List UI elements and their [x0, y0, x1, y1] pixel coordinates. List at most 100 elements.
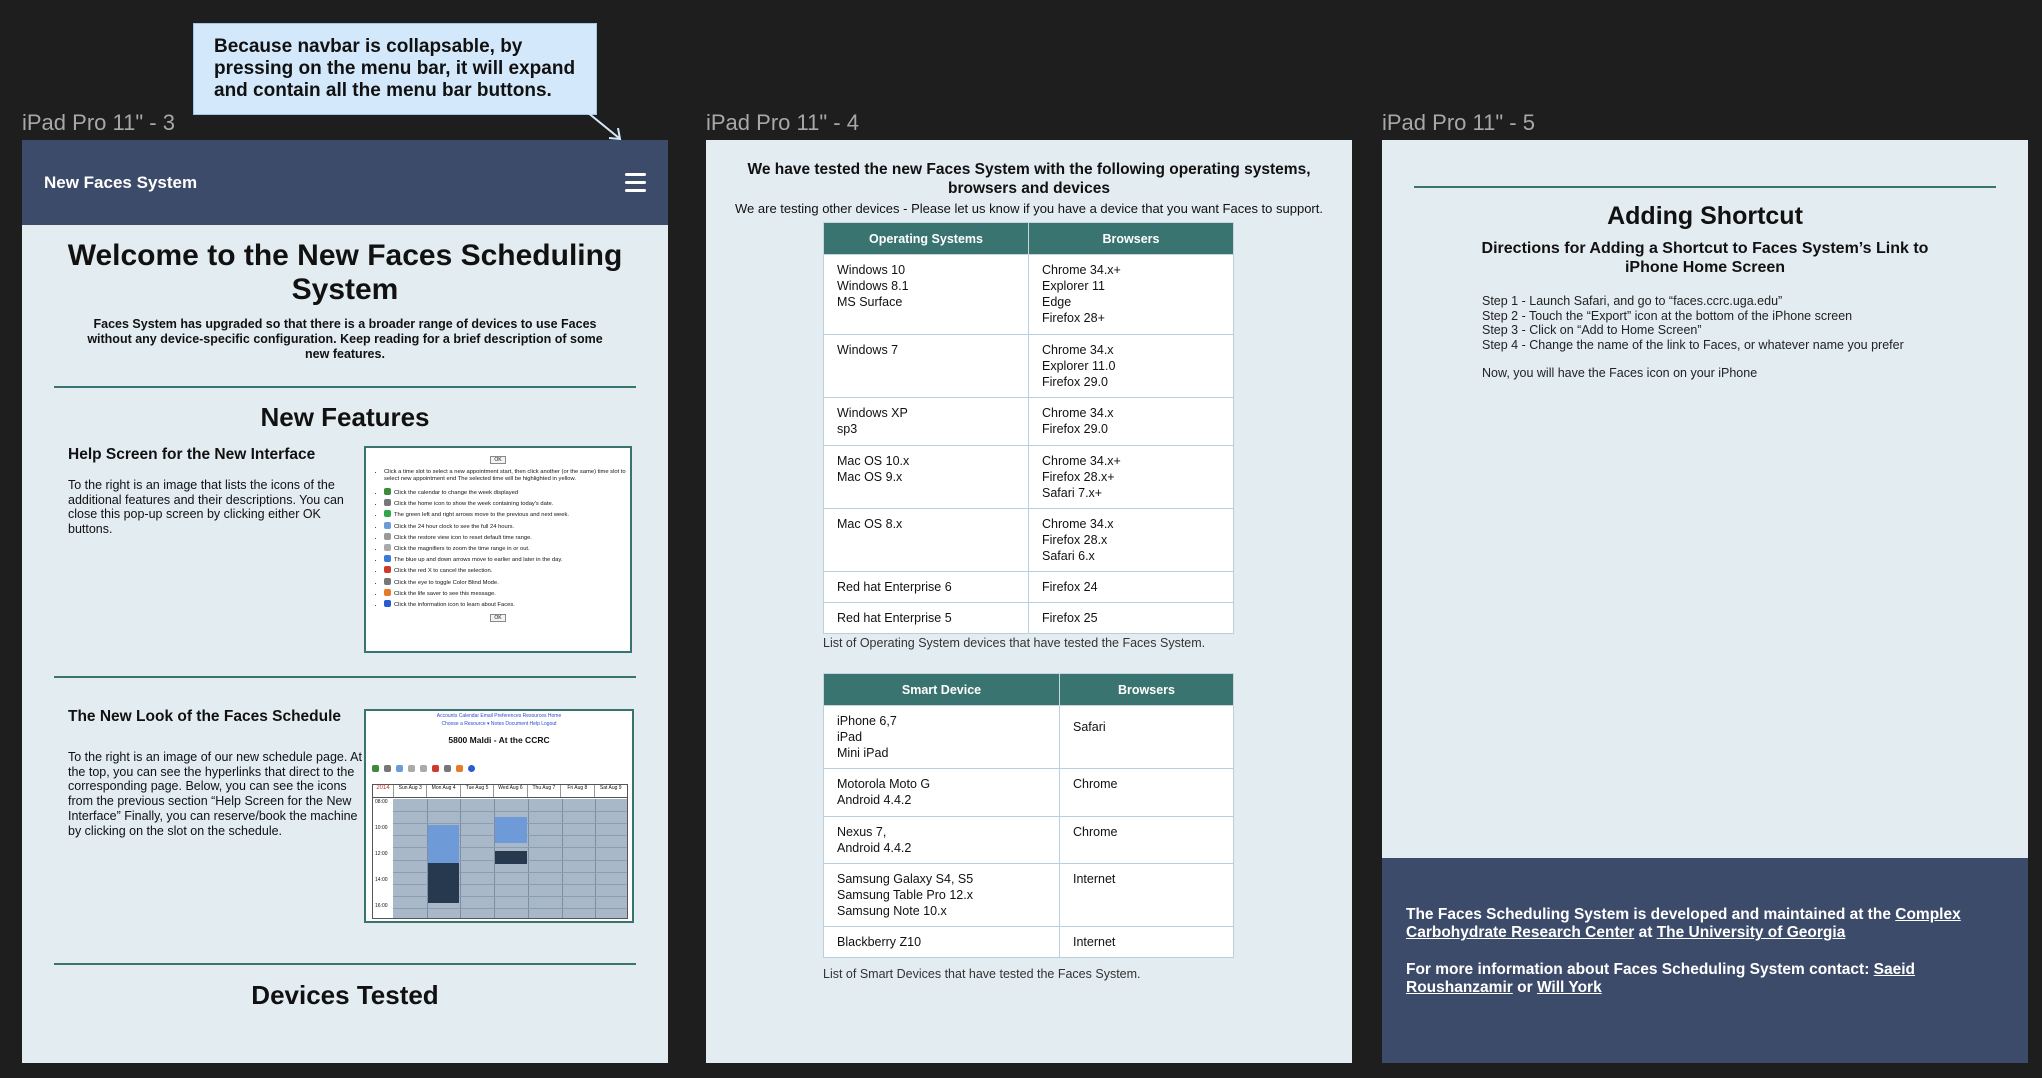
help-item-text: Click the home icon to show the week con… — [394, 501, 554, 508]
schedule-times: 08:00 10:00 12:00 14:00 16:00 — [373, 799, 393, 918]
help-list-item: Click the calendar to change the week di… — [384, 488, 630, 499]
table-header: Operating Systems — [823, 222, 1029, 255]
browsers-cell: Chrome 34.x+ Explorer 11 Edge Firefox 28… — [1028, 254, 1234, 335]
frame-ipad-4: We have tested the new Faces System with… — [706, 140, 1352, 1063]
schedule-day: Sat Aug 9 — [593, 785, 627, 797]
page-title: Welcome to the New Faces Scheduling Syst… — [67, 239, 623, 306]
help-item-text: Click the 24 hour clock to see the full … — [394, 523, 515, 530]
browsers-cell: Chrome — [1059, 768, 1234, 817]
help-list-item: Click the restore view icon to reset def… — [384, 532, 630, 544]
frame-ipad-3: New Faces System Welcome to the New Face… — [22, 140, 668, 1063]
home-icon — [384, 765, 391, 772]
help-item-icon — [384, 499, 391, 507]
navbar-brand[interactable]: New Faces System — [44, 173, 197, 193]
feature-title: The New Look of the Faces Schedule — [68, 708, 342, 725]
hamburger-menu-icon[interactable] — [625, 173, 646, 192]
table-row: Blackberry Z10 Internet — [823, 926, 1234, 958]
table-row: Samsung Galaxy S4, S5 Samsung Table Pro … — [823, 863, 1234, 927]
step-item: Step 4 - Change the name of the link to … — [1482, 337, 1904, 352]
device-cell: iPhone 6,7 iPad Mini iPad — [823, 705, 1060, 769]
help-item-text: Click the information icon to learn abou… — [394, 602, 515, 609]
schedule-links: Accounts Calendar Email Preferences Reso… — [436, 713, 562, 719]
shortcut-steps: Step 1 - Launch Safari, and go to “faces… — [1482, 294, 1904, 381]
help-list-item: Click the information icon to learn abou… — [384, 600, 630, 611]
browsers-cell: Safari — [1059, 705, 1234, 769]
table-row: Motorola Moto G Android 4.4.2 Chrome — [823, 768, 1234, 817]
schedule-booking[interactable] — [427, 825, 460, 863]
magnifier-icon — [408, 765, 415, 772]
feature-text: To the right is an image that lists the … — [68, 478, 344, 537]
devices-subtitle: We are testing other devices - Please le… — [735, 201, 1323, 216]
annotation-text: Because navbar is collapsable, by pressi… — [214, 36, 576, 101]
help-item-text: Click the life saver to see this message… — [394, 590, 496, 597]
help-item-text: Click the calendar to change the week di… — [394, 490, 519, 496]
os-table-caption: List of Operating System devices that ha… — [823, 636, 1206, 650]
os-cell: Red hat Enterprise 5 — [823, 602, 1029, 634]
schedule-body[interactable] — [393, 799, 627, 918]
os-table: Operating Systems Browsers Windows 10 Wi… — [823, 222, 1234, 634]
help-item-icon — [384, 566, 391, 574]
table-row: Windows 7 Chrome 34.x Explorer 11.0 Firef… — [823, 334, 1234, 398]
device-cell: Samsung Galaxy S4, S5 Samsung Table Pro … — [823, 863, 1060, 927]
shortcut-title: Adding Shortcut — [1607, 202, 1803, 230]
grid-line — [393, 907, 627, 909]
lifesaver-icon — [456, 765, 463, 772]
new-features-title: New Features — [260, 402, 430, 432]
uga-link[interactable]: The University of Georgia — [1657, 924, 1846, 941]
calendar-icon — [372, 765, 379, 772]
help-item-icon — [384, 600, 391, 608]
divider — [54, 963, 636, 965]
schedule-time: 08:00 — [375, 799, 388, 805]
ok-button: OK — [490, 614, 506, 623]
grid-line — [595, 799, 597, 918]
schedule-booking[interactable] — [495, 851, 527, 864]
help-item-text: Click the red X to cancel the selection. — [394, 568, 493, 575]
browsers-cell: Chrome 34.x Explorer 11.0 Firefox 29.0 — [1028, 334, 1234, 398]
schedule-day: Tue Aug 5 — [459, 785, 493, 797]
help-item-text: The blue up and down arrows move to earl… — [394, 557, 563, 564]
schedule-day: Fri Aug 8 — [560, 785, 593, 797]
schedule-booking[interactable] — [495, 817, 527, 843]
help-item-icon — [384, 544, 391, 552]
schedule-sublinks: Choose a Resource ▾ Notes Document Help … — [441, 721, 557, 727]
help-list-item: Click the home icon to show the week con… — [384, 499, 630, 510]
help-item-icon — [384, 532, 391, 540]
device-cell: Motorola Moto G Android 4.4.2 — [823, 768, 1060, 817]
schedule-time: 12:00 — [375, 851, 388, 857]
footer-line-2: For more information about Faces Schedul… — [1406, 961, 2004, 997]
os-cell: Windows XP sp3 — [823, 397, 1029, 446]
footer-text: or — [1512, 979, 1537, 996]
os-cell: Red hat Enterprise 6 — [823, 571, 1029, 603]
divider — [54, 676, 636, 678]
device-cell: Nexus 7, Android 4.4.2 — [823, 816, 1060, 864]
help-item-text: Click the eye to toggle Color Blind Mode… — [394, 579, 499, 586]
help-screen-image: OK Click a time slot to select a new app… — [364, 446, 632, 653]
annotation-callout: Because navbar is collapsable, by pressi… — [193, 23, 597, 115]
help-item-text: Click a time slot to select a new appoin… — [384, 469, 626, 482]
help-item-icon — [384, 588, 391, 596]
shortcut-subtitle: Directions for Adding a Shortcut to Face… — [1481, 240, 1929, 276]
clock-icon — [396, 765, 403, 772]
devices-title: We have tested the new Faces System with… — [747, 161, 1311, 197]
table-row: Red hat Enterprise 5 Firefox 25 — [823, 602, 1234, 634]
schedule-grid[interactable]: 2014 Sun Aug 3 Mon Aug 4 Tue Aug 5 Wed Aug … — [372, 784, 628, 919]
help-list-item: Click the eye to toggle Color Blind Mode… — [384, 577, 630, 589]
schedule-time: 10:00 — [375, 825, 388, 831]
help-item-icon — [384, 577, 391, 585]
help-item-text: The green left and right arrows move to … — [394, 512, 569, 519]
schedule-time: 16:00 — [375, 903, 388, 909]
table-row: Nexus 7, Android 4.4.2 Chrome — [823, 816, 1234, 864]
contact-will-link[interactable]: Will York — [1537, 979, 1602, 996]
os-cell: Windows 7 — [823, 334, 1029, 398]
help-item-text: Click the restore view icon to reset def… — [394, 534, 532, 541]
table-row: Windows XP sp3 Chrome 34.x Firefox 29.0 — [823, 397, 1234, 446]
step-item: Step 3 - Click on “Add to Home Screen” — [1482, 323, 1702, 337]
browsers-cell: Internet — [1059, 926, 1234, 958]
schedule-booking[interactable] — [427, 863, 460, 903]
help-list-item: Click the red X to cancel the selection. — [384, 566, 630, 577]
frame-label-5: iPad Pro 11" - 5 — [1382, 110, 1535, 135]
info-icon — [468, 765, 475, 772]
frame-label-3: iPad Pro 11" - 3 — [22, 110, 175, 135]
browsers-cell: Firefox 24 — [1028, 571, 1234, 603]
help-list-item: The green left and right arrows move to … — [384, 510, 630, 521]
